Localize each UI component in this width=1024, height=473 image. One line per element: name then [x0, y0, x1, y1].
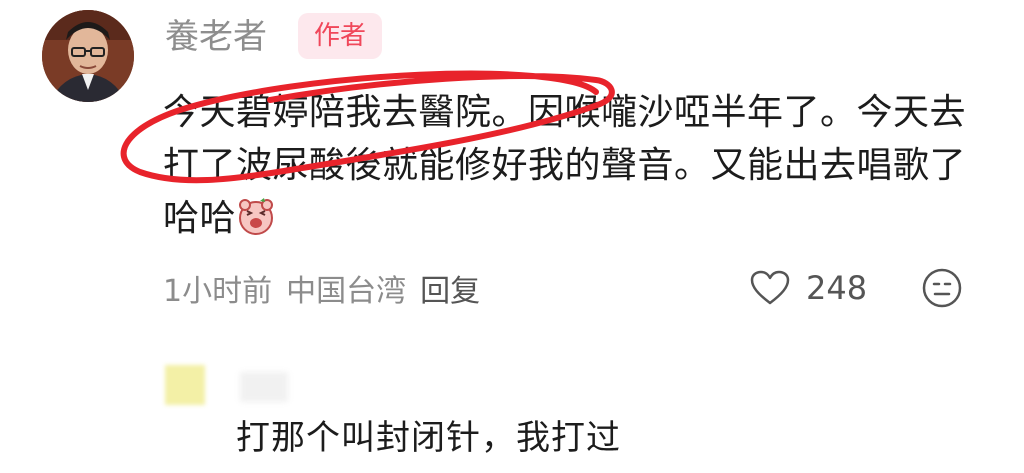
reply-button[interactable]: 回复 [420, 266, 480, 310]
comment-text: 今天碧婷陪我去醫院。因喉嚨沙啞半年了。今天去打了波尿酸後就能修好我的聲音。又能出… [163, 86, 983, 245]
dislike-button[interactable] [920, 266, 964, 310]
comment-text-content: 今天碧婷陪我去醫院。因喉嚨沙啞半年了。今天去打了波尿酸後就能修好我的聲音。又能出… [163, 92, 967, 239]
comment-meta: 1小时前 中国台湾 回复 [163, 266, 494, 310]
reply-username[interactable] [240, 372, 288, 402]
username[interactable]: 養老者 [165, 14, 267, 60]
laughing-bear-emoji-icon [236, 196, 276, 236]
meh-face-icon [922, 268, 962, 308]
like-button[interactable]: 248 [750, 266, 867, 310]
like-count: 248 [806, 269, 868, 307]
comment-time: 1小时前 [163, 274, 273, 309]
author-badge: 作者 [298, 13, 382, 59]
reply-text: 打那个叫封闭针，我打过 [236, 418, 621, 458]
reply-avatar[interactable] [165, 365, 205, 405]
heart-icon [750, 270, 790, 306]
comment-location: 中国台湾 [286, 274, 407, 309]
avatar[interactable] [42, 10, 134, 102]
avatar-portrait [42, 10, 134, 102]
